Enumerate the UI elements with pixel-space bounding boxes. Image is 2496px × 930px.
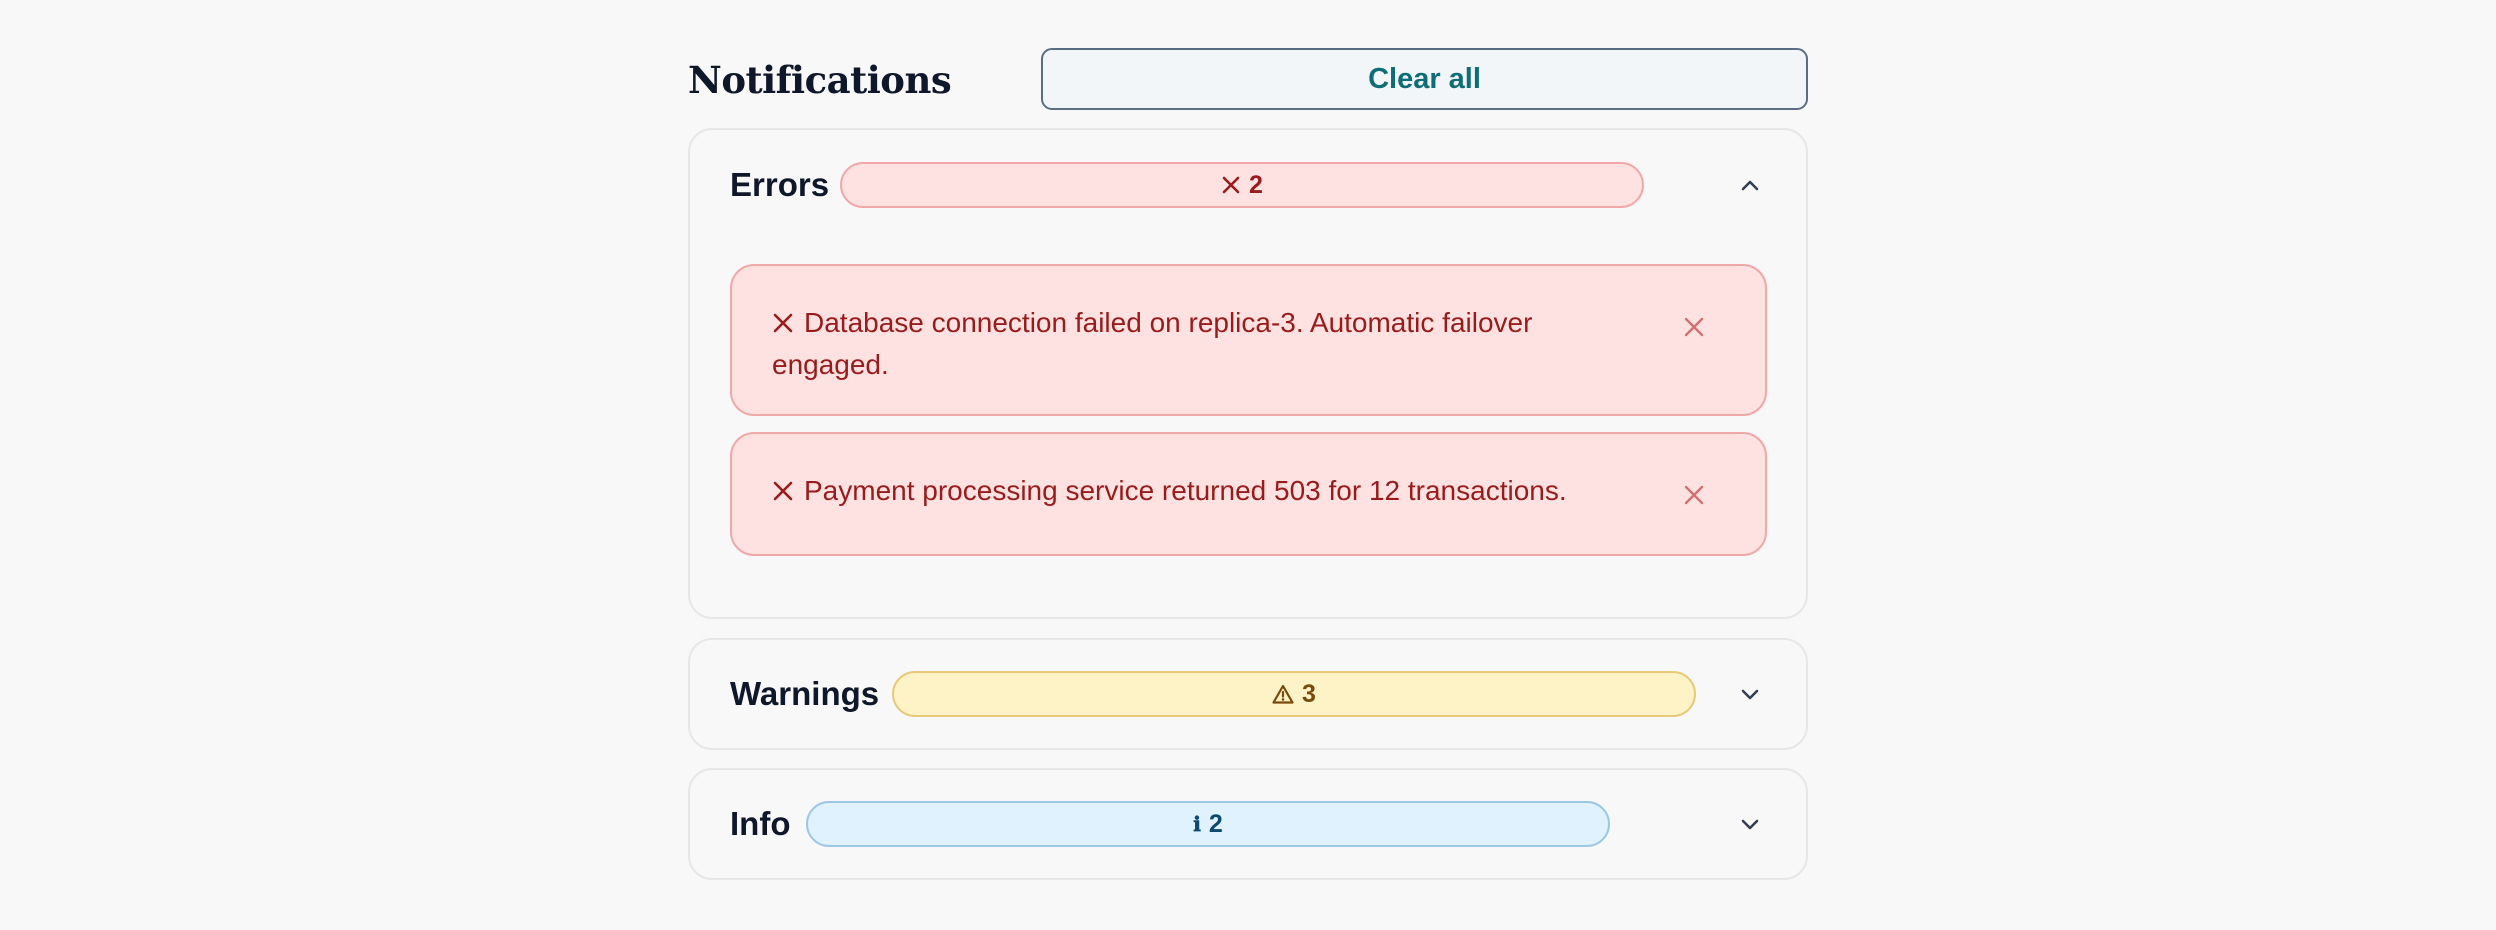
notifications-header: Notifications Clear all [688,48,1808,112]
error-message-1-text: Database connection failed on replica-3.… [772,302,1652,386]
error-message-2: Payment processing service returned 503 … [730,432,1767,556]
page-title: Notifications [688,58,952,102]
chevron-up-icon[interactable] [1734,169,1766,201]
warnings-count: 3 [1302,679,1316,708]
error-message-1-label: Database connection failed on replica-3.… [772,307,1533,380]
x-icon [1222,176,1240,194]
x-icon [773,481,793,501]
info-section: Info ℹ 2 [688,768,1808,880]
dismiss-error-2-button[interactable] [1677,478,1711,512]
info-section-title: Info [730,805,791,842]
errors-count-badge: 2 [840,162,1644,208]
errors-section: Errors 2 Database connection failed on r… [688,128,1808,619]
close-icon [1684,485,1704,505]
error-message-1: Database connection failed on replica-3.… [730,264,1767,416]
warnings-section-title: Warnings [730,675,880,712]
x-icon [773,313,793,333]
info-section-header[interactable]: Info ℹ 2 [690,770,1806,878]
warnings-count-badge: 3 [892,671,1696,717]
warnings-section-header[interactable]: Warnings 3 [690,640,1806,748]
warnings-section: Warnings 3 [688,638,1808,750]
chevron-down-icon[interactable] [1734,808,1766,840]
clear-all-button[interactable]: Clear all [1041,48,1808,110]
warning-triangle-icon [1272,684,1294,704]
info-count: 2 [1208,809,1223,838]
errors-section-title: Errors [730,166,830,203]
error-message-2-label: Payment processing service returned 503 … [804,475,1567,506]
notifications-panel: Notifications Clear all Errors 2 Databas… [688,48,1808,880]
error-message-2-text: Payment processing service returned 503 … [772,470,1652,512]
dismiss-error-1-button[interactable] [1677,310,1711,344]
info-count-badge: ℹ 2 [806,801,1610,847]
close-icon [1684,317,1704,337]
chevron-down-icon[interactable] [1734,678,1766,710]
errors-section-header[interactable]: Errors 2 [690,130,1806,240]
errors-count: 2 [1249,170,1263,199]
info-icon: ℹ [1193,812,1201,836]
